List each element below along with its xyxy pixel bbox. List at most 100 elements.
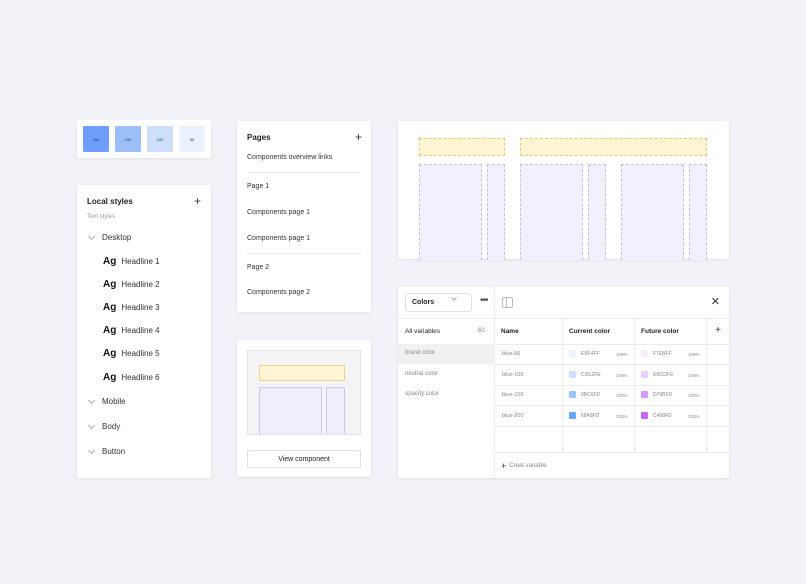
- variables-panel: Colors ••• ✕ All variables 60 brand colo…: [398, 287, 729, 478]
- pages-panel: Pages + Components overview links Page 1…: [237, 121, 371, 312]
- color-swatches-card: 200 150 100 50: [77, 120, 211, 158]
- divider: [247, 253, 361, 254]
- group-body[interactable]: Body: [87, 421, 120, 431]
- row-divider: [495, 452, 729, 453]
- page-item[interactable]: Components page 2: [247, 289, 310, 296]
- page-item[interactable]: Components page 1: [247, 209, 310, 216]
- ag-icon: Ag: [103, 372, 117, 383]
- grid-column: [621, 164, 684, 260]
- color-chip: [641, 391, 648, 398]
- row-divider: [495, 405, 729, 406]
- page-item[interactable]: Components page 1: [247, 235, 310, 242]
- opacity-value: 100%: [688, 352, 700, 357]
- view-component-button[interactable]: View component: [247, 450, 361, 468]
- color-chip: [641, 371, 648, 378]
- ag-icon: Ag: [103, 348, 117, 359]
- current-color-cell[interactable]: CDE2FE: [569, 371, 601, 378]
- style-item[interactable]: Ag Headline 2: [103, 279, 160, 290]
- hex-value: CDE2FE: [581, 371, 601, 378]
- grid-header-left: [419, 138, 505, 156]
- component-thumbnail: [247, 350, 361, 435]
- variable-name[interactable]: blue-50: [502, 351, 520, 357]
- row-divider: [495, 385, 729, 386]
- column-header-future: Future color: [641, 328, 679, 335]
- current-color-cell[interactable]: 9BC6FD: [569, 391, 600, 398]
- style-item[interactable]: Ag Headline 5: [103, 348, 160, 359]
- group-mobile[interactable]: Mobile: [87, 396, 126, 406]
- component-preview-card: View component: [237, 340, 371, 477]
- row-divider: [495, 344, 729, 345]
- column-header-name: Name: [501, 328, 519, 335]
- swatch-100[interactable]: 100: [147, 126, 173, 152]
- pages-title: Pages: [247, 133, 271, 142]
- color-chip: [569, 412, 576, 419]
- group-opacity-color[interactable]: opacity color: [405, 391, 439, 397]
- collection-select[interactable]: Colors: [405, 293, 472, 312]
- add-page-icon[interactable]: +: [355, 130, 362, 144]
- local-styles-title: Local styles: [87, 197, 133, 206]
- group-neutral-color[interactable]: neutral color: [405, 371, 438, 377]
- current-color-cell[interactable]: 68A9FD: [569, 412, 599, 419]
- style-item[interactable]: Ag Headline 4: [103, 325, 160, 336]
- ag-icon: Ag: [103, 325, 117, 336]
- divider: [247, 172, 361, 173]
- row-divider: [495, 426, 729, 427]
- opacity-value: 100%: [616, 352, 628, 357]
- ag-icon: Ag: [103, 302, 117, 313]
- all-variables-item[interactable]: All variables: [405, 328, 440, 335]
- opacity-value: 100%: [616, 373, 628, 378]
- local-styles-panel: Local styles + Text styles Desktop Ag Hea…: [77, 185, 211, 478]
- chevron-down-icon: [87, 396, 96, 404]
- grid-column: [689, 164, 707, 260]
- chevron-down-icon: [451, 295, 457, 301]
- swatch-200[interactable]: 200: [83, 126, 109, 152]
- future-color-cell[interactable]: C468FD: [641, 412, 672, 419]
- grid-column: [487, 164, 505, 260]
- color-chip: [641, 350, 648, 357]
- create-variable-button[interactable]: + Creat variable: [501, 461, 547, 471]
- future-color-cell[interactable]: F7EBFF: [641, 350, 672, 357]
- group-label: Desktop: [102, 233, 132, 242]
- more-options-icon[interactable]: •••: [480, 295, 488, 306]
- style-label: Headline 3: [121, 303, 160, 312]
- swatch-150[interactable]: 150: [115, 126, 141, 152]
- swatch-50[interactable]: 50: [179, 126, 205, 152]
- close-icon[interactable]: ✕: [711, 295, 720, 308]
- future-color-cell[interactable]: EBCDFE: [641, 371, 673, 378]
- add-style-icon[interactable]: +: [194, 194, 201, 208]
- future-color-cell[interactable]: D79BFD: [641, 391, 672, 398]
- variable-name[interactable]: blue-100: [502, 372, 523, 378]
- style-label: Headline 6: [121, 373, 160, 382]
- add-mode-icon[interactable]: +: [715, 325, 721, 336]
- component-header-block: [259, 365, 345, 381]
- page-item[interactable]: Components overview links: [247, 154, 332, 161]
- style-label: Headline 4: [121, 326, 160, 335]
- ag-icon: Ag: [103, 279, 117, 290]
- sidebar-toggle-icon[interactable]: [502, 297, 513, 308]
- variable-name[interactable]: blue-200: [502, 413, 523, 419]
- collection-label: Colors: [412, 299, 435, 306]
- style-item[interactable]: Ag Headline 6: [103, 372, 160, 383]
- group-button[interactable]: Button: [87, 446, 126, 456]
- opacity-value: 100%: [616, 414, 628, 419]
- variable-name[interactable]: blue-150: [502, 392, 523, 398]
- style-label: Headline 2: [121, 280, 160, 289]
- sidebar-divider: [494, 287, 495, 478]
- opacity-value: 100%: [688, 373, 700, 378]
- grid-column: [520, 164, 583, 260]
- grid-column: [588, 164, 606, 260]
- style-item[interactable]: Ag Headline 3: [103, 302, 160, 313]
- group-label: Button: [102, 447, 126, 456]
- opacity-value: 100%: [616, 393, 628, 398]
- group-brand-color[interactable]: brand color: [405, 350, 435, 356]
- chevron-down-icon: [87, 232, 96, 240]
- page-item[interactable]: Page 2: [247, 264, 269, 271]
- page-item[interactable]: Page 1: [247, 183, 269, 190]
- current-color-cell[interactable]: EBF4FF: [569, 350, 600, 357]
- row-divider: [495, 364, 729, 365]
- style-item[interactable]: Ag Headline 1: [103, 256, 160, 267]
- group-desktop[interactable]: Desktop: [87, 232, 132, 242]
- chevron-down-icon: [87, 421, 96, 429]
- color-chip: [569, 391, 576, 398]
- grid-header-right: [520, 138, 707, 156]
